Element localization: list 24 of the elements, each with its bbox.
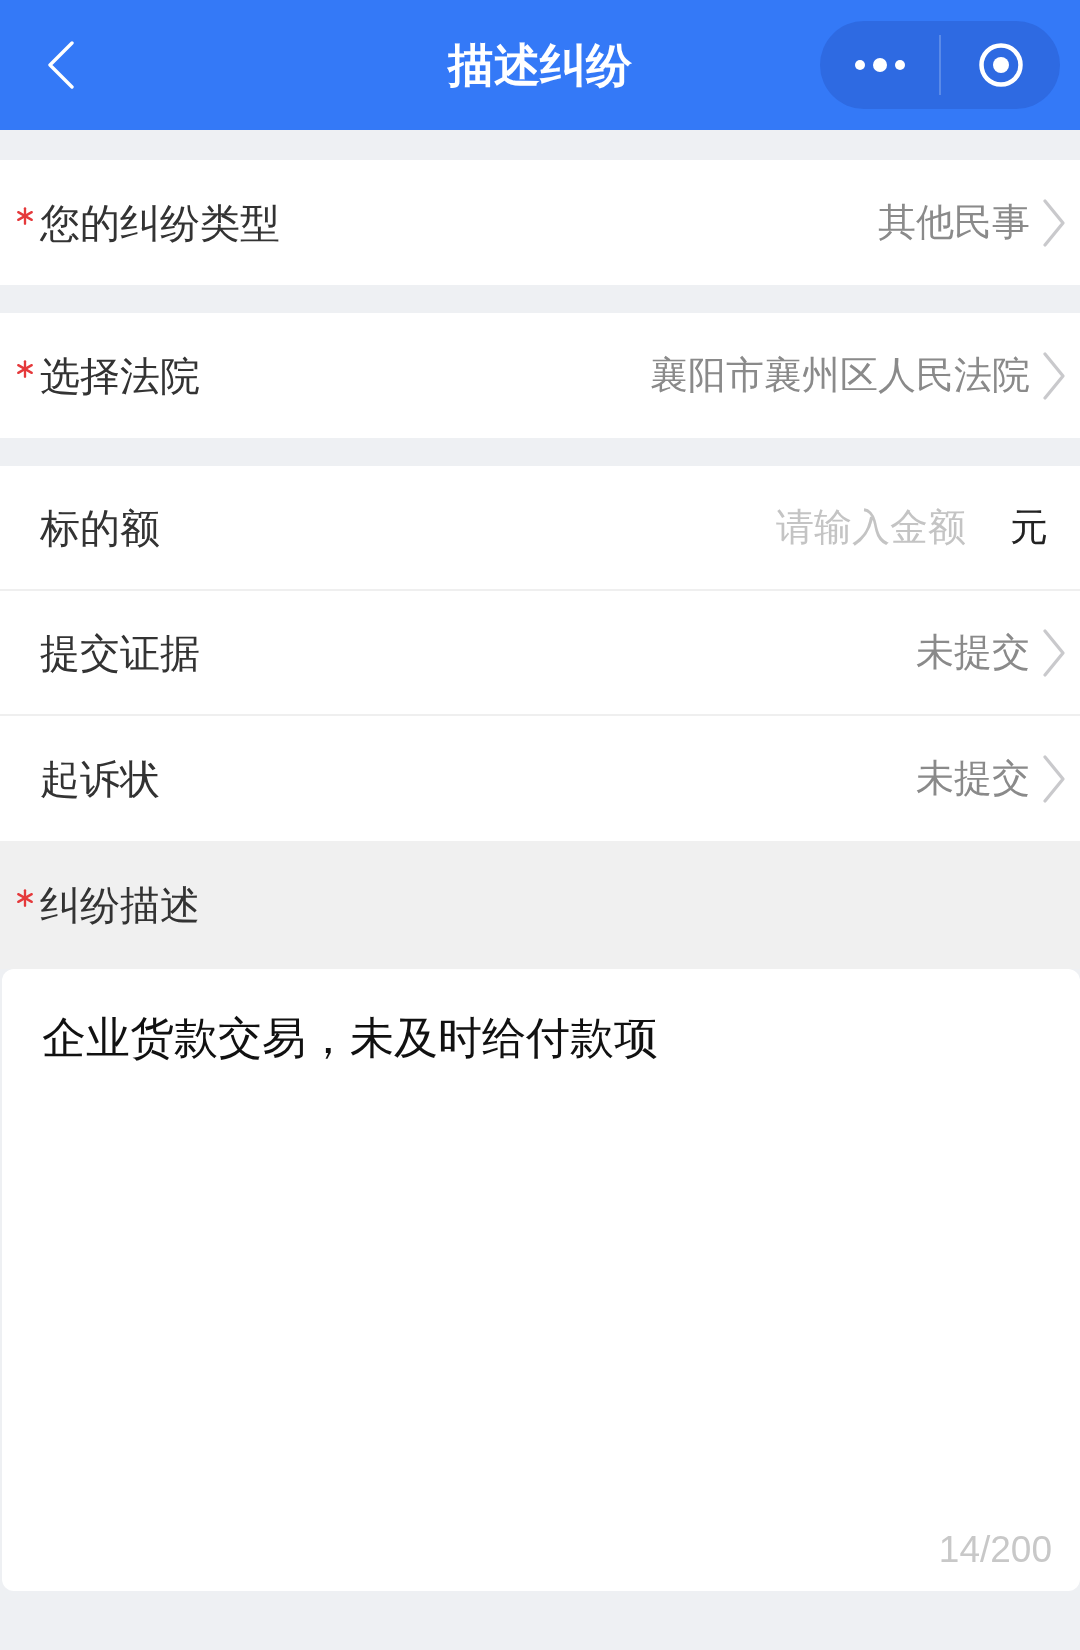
description-text: 企业货款交易，未及时给付款项 [42, 1012, 659, 1064]
form-row[interactable]: 选择法院 襄阳市襄州区人民法院 [0, 313, 1080, 438]
amount-input[interactable]: 请输入金额 [666, 499, 966, 556]
row-value: 其他民事 [878, 200, 1030, 245]
chevron-right-icon [1042, 198, 1066, 247]
row-value: 襄阳市襄州区人民法院 [650, 353, 1030, 398]
row-label: 起诉状 [40, 755, 160, 803]
form-row[interactable]: 您的纠纷类型 其他民事 [0, 160, 1080, 285]
form-row[interactable]: 起诉状 未提交 [0, 716, 1080, 841]
row-label: 您的纠纷类型 [40, 199, 280, 247]
row-value: 未提交 [916, 630, 1030, 675]
chevron-right-icon [1042, 754, 1066, 803]
page-title: 描述纠纷 [448, 37, 632, 93]
chevron-right-icon [1042, 351, 1066, 400]
section-label: 纠纷描述 [40, 882, 200, 929]
row-label: 提交证据 [40, 629, 200, 677]
unit-label: 元 [1010, 505, 1048, 550]
row-value: 未提交 [916, 756, 1030, 801]
chevron-right-icon [1042, 628, 1066, 677]
more-dots-icon [853, 57, 906, 73]
target-circle-icon [978, 43, 1023, 87]
row-label: 选择法院 [40, 352, 200, 400]
row-label: 标的额 [40, 504, 160, 552]
chevron-left-icon [47, 41, 75, 89]
